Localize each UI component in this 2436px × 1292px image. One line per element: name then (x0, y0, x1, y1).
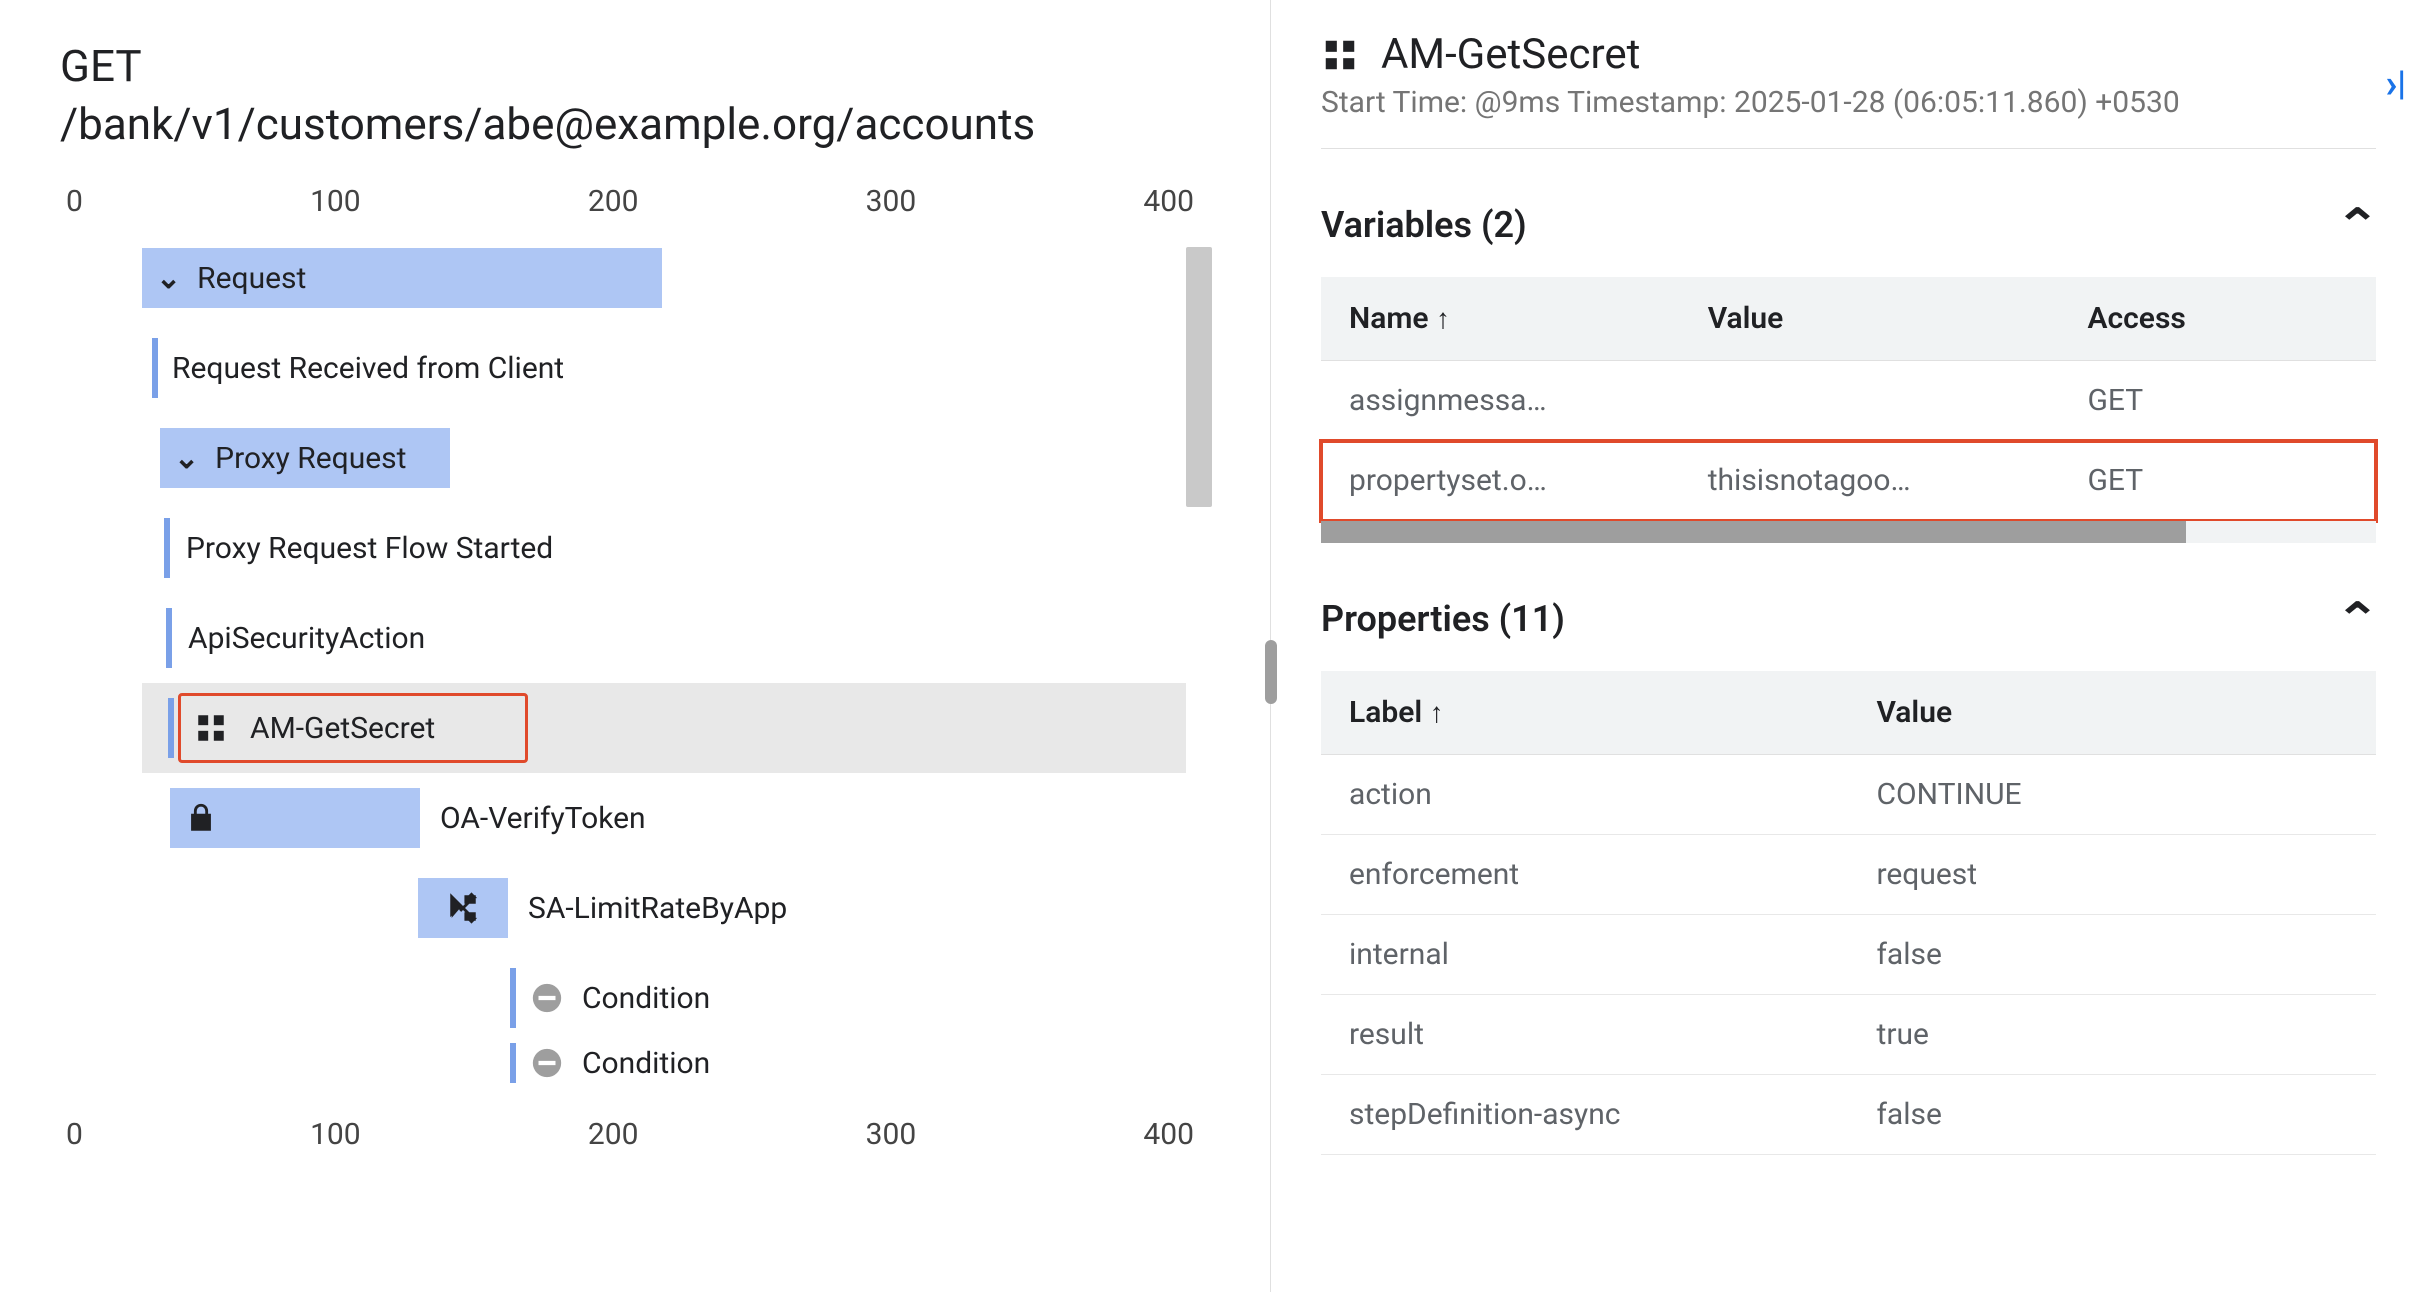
cell-label: stepDefinition-async (1321, 1075, 1849, 1155)
row-label: Condition (582, 1046, 710, 1081)
properties-row[interactable]: internalfalse (1321, 915, 2376, 995)
cell-name: propertyset.o… (1321, 441, 1680, 521)
cell-value: false (1849, 1075, 2377, 1155)
cell-access: GET (2059, 361, 2376, 441)
cell-label: internal (1321, 915, 1849, 995)
row-label: Request Received from Client (172, 351, 564, 386)
details-panel: AM-GetSecret Start Time: @9ms Timestamp:… (1270, 0, 2436, 1292)
properties-row[interactable]: resulttrue (1321, 995, 2376, 1075)
chevron-up-icon[interactable]: ⌃ (2335, 593, 2379, 645)
cell-value: request (1849, 835, 2377, 915)
row-label: Proxy Request (215, 441, 406, 476)
sort-asc-icon: ↑ (1430, 696, 1444, 729)
chevron-down-icon: ⌄ (156, 261, 181, 296)
timeline-rows: ⌄ Request Request Received from Client ⌄… (142, 233, 1186, 1113)
details-title: AM-GetSecret (1381, 30, 1640, 79)
request-path: /bank/v1/customers/abe@example.org/accou… (60, 98, 1230, 150)
timeline-row-proxy-request[interactable]: ⌄ Proxy Request (142, 413, 1186, 503)
tick: 400 (1143, 1117, 1194, 1152)
tick: 0 (66, 1117, 83, 1152)
col-label-text: Label (1349, 695, 1422, 730)
variables-horizontal-scrollbar[interactable] (1321, 521, 2376, 543)
timeline-row-condition-2[interactable]: Condition (142, 1043, 1186, 1083)
col-label[interactable]: Label ↑ (1321, 671, 1849, 755)
row-label: OA-VerifyToken (440, 801, 646, 836)
row-label: Request (197, 261, 306, 296)
timeline-row-request[interactable]: ⌄ Request (142, 233, 1186, 323)
cell-access: GET (2059, 441, 2376, 521)
cell-value: thisisnotagoo… (1680, 441, 2060, 521)
timeline-row-oa-verifytoken[interactable]: OA-VerifyToken (142, 773, 1186, 863)
timeline-row-sa-limitratebyapp[interactable]: SA-LimitRateByApp (142, 863, 1186, 953)
properties-row[interactable]: actionCONTINUE (1321, 755, 2376, 835)
trace-timeline-panel: GET /bank/v1/customers/abe@example.org/a… (0, 0, 1270, 1292)
row-label: AM-GetSecret (250, 711, 435, 746)
cell-value (1680, 361, 2060, 441)
tick: 200 (588, 1117, 639, 1152)
timeline-vertical-scrollbar[interactable] (1186, 247, 1212, 1115)
col-value[interactable]: Value (1849, 671, 2377, 755)
chevron-down-icon: ⌄ (174, 441, 199, 476)
col-label: Name (1349, 301, 1429, 336)
timeline-row-am-getsecret[interactable]: AM-GetSecret (142, 683, 1186, 773)
lock-icon (184, 801, 218, 835)
chevron-right-icon: › (2385, 60, 2397, 107)
tick: 300 (866, 1117, 917, 1152)
row-label: Condition (582, 981, 710, 1016)
cell-label: result (1321, 995, 1849, 1075)
col-access[interactable]: Access (2059, 277, 2376, 361)
timeline-row-request-received[interactable]: Request Received from Client (142, 323, 1186, 413)
request-method: GET (60, 40, 1230, 92)
cell-value: true (1849, 995, 2377, 1075)
tick: 300 (866, 184, 917, 219)
details-subtitle: Start Time: @9ms Timestamp: 2025-01-28 (… (1321, 85, 2376, 120)
timeline-row-condition-1[interactable]: Condition (142, 953, 1186, 1043)
timeline-row-proxy-flow-started[interactable]: Proxy Request Flow Started (142, 503, 1186, 593)
cell-name: assignmessa… (1321, 361, 1680, 441)
cell-value: false (1849, 915, 2377, 995)
sort-asc-icon: ↑ (1436, 302, 1450, 335)
minus-circle-icon (530, 981, 564, 1015)
tick: 100 (310, 1117, 361, 1152)
variables-row-highlighted[interactable]: propertyset.o… thisisnotagoo… GET (1321, 441, 2376, 521)
tick: 200 (588, 184, 639, 219)
properties-section-title: Properties (11) (1321, 598, 1565, 640)
timeline-ruler-top: 0 100 200 300 400 (60, 184, 1230, 219)
chevron-up-icon[interactable]: ⌃ (2335, 199, 2379, 251)
split-icon (446, 891, 480, 925)
col-name[interactable]: Name ↑ (1321, 277, 1680, 361)
timeline-ruler-bottom: 0 100 200 300 400 (60, 1117, 1230, 1152)
tick: 400 (1143, 184, 1194, 219)
cell-label: action (1321, 755, 1849, 835)
col-value[interactable]: Value (1680, 277, 2060, 361)
variables-section-title: Variables (2) (1321, 204, 1527, 246)
timeline-row-apisecurityaction[interactable]: ApiSecurityAction (142, 593, 1186, 683)
policy-grid-icon (1321, 36, 1359, 74)
properties-row[interactable]: enforcementrequest (1321, 835, 2376, 915)
cell-label: enforcement (1321, 835, 1849, 915)
variables-row[interactable]: assignmessa… GET (1321, 361, 2376, 441)
row-label: Proxy Request Flow Started (186, 531, 553, 566)
properties-table: Label ↑ Value actionCONTINUE enforcement… (1321, 671, 2376, 1155)
tick: 100 (310, 184, 361, 219)
tick: 0 (66, 184, 83, 219)
row-label: SA-LimitRateByApp (528, 891, 787, 926)
panel-resize-handle[interactable] (1265, 640, 1277, 704)
policy-grid-icon (194, 711, 228, 745)
minus-circle-icon (530, 1046, 564, 1080)
properties-row[interactable]: stepDefinition-asyncfalse (1321, 1075, 2376, 1155)
pipe-icon: | (2397, 64, 2406, 104)
collapse-panel-button[interactable]: ›| (2385, 60, 2406, 107)
cell-value: CONTINUE (1849, 755, 2377, 835)
variables-table: Name ↑ Value Access assignmessa… GET pro… (1321, 277, 2376, 521)
row-label: ApiSecurityAction (188, 621, 425, 656)
timeline-chart: 0 100 200 300 400 ⌄ Request Request Rece… (60, 184, 1230, 1152)
